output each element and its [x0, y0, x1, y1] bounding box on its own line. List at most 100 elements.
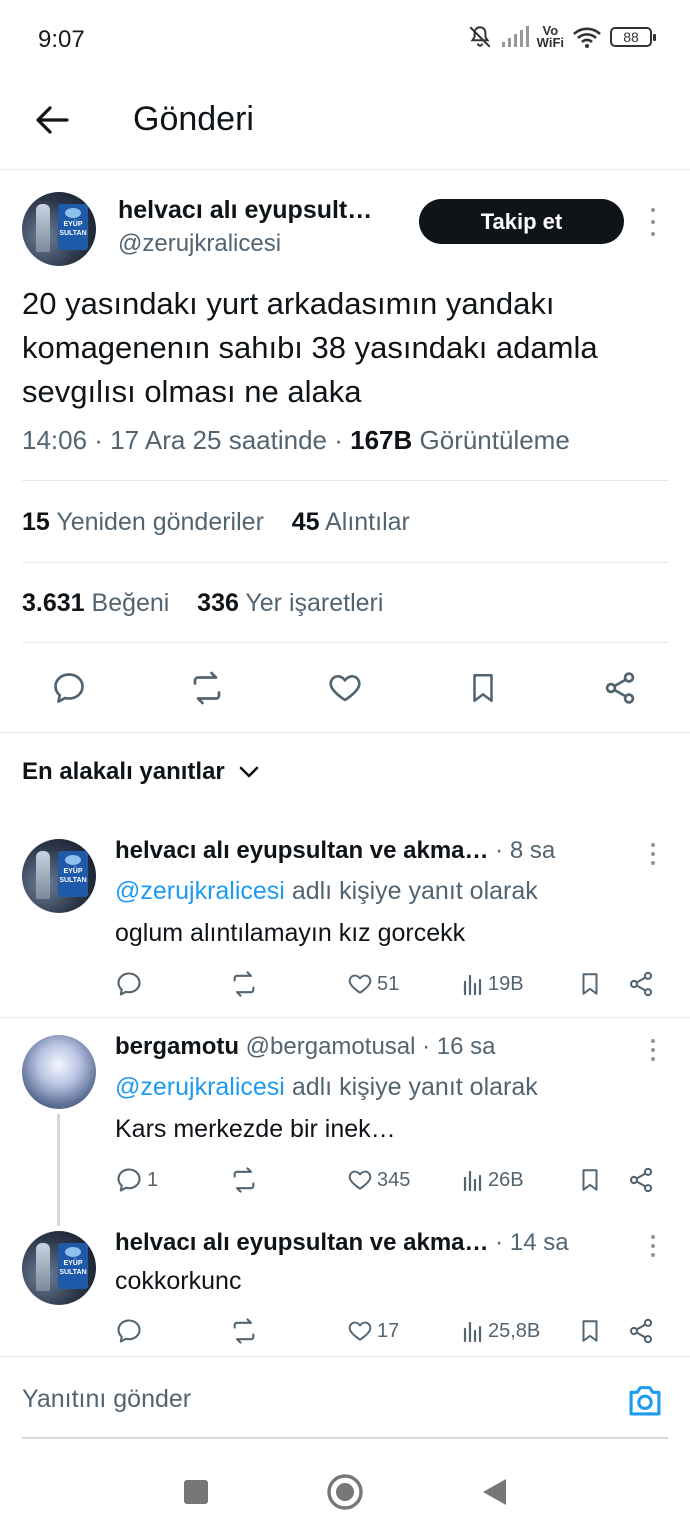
camera-button[interactable] — [626, 1383, 664, 1422]
like-bookmark-stats: 3.631 Beğeni 336 Yer işaretleri — [22, 589, 383, 618]
reply-comment-button[interactable] — [115, 968, 147, 1000]
author-avatar[interactable]: EYÜP SULTAN — [22, 192, 96, 266]
divider — [22, 562, 668, 563]
repost-icon — [193, 671, 221, 705]
reply-header: helvacı alı eyupsultan ve akma… · 14 sa — [115, 1229, 569, 1257]
reply-input[interactable]: Yanıtını gönder — [22, 1385, 191, 1414]
views-count: 167B — [350, 425, 413, 455]
bookmarks-stat[interactable]: 336 Yer işaretleri — [197, 589, 383, 617]
views-count: 26B — [488, 1168, 524, 1191]
reply-author[interactable]: helvacı alı eyupsultan ve akma… — [115, 837, 489, 864]
repost-icon — [233, 971, 255, 997]
status-time: 9:07 — [38, 26, 85, 53]
reply-header: bergamotu @bergamotusal · 16 sa — [115, 1033, 496, 1061]
like-count: 51 — [377, 972, 400, 995]
like-count: 17 — [377, 1319, 400, 1342]
reply-repost-button[interactable] — [229, 1164, 259, 1196]
divider — [0, 1017, 690, 1018]
reply-bookmark-button[interactable] — [577, 968, 603, 1000]
reply-avatar[interactable]: EYÜP SULTAN — [22, 839, 96, 913]
reposts-stat[interactable]: 15 Yeniden gönderiler — [22, 508, 264, 536]
quotes-stat[interactable]: 45 Alıntılar — [292, 508, 410, 536]
bell-muted-icon — [469, 26, 491, 48]
reply-button[interactable] — [47, 664, 91, 712]
reply-views-button[interactable]: 26B — [462, 1164, 524, 1196]
app-header: Gönderi — [0, 80, 690, 170]
system-navbar — [0, 1440, 690, 1534]
thread-connector — [57, 1114, 60, 1226]
reply-bookmark-button[interactable] — [577, 1164, 603, 1196]
chevron-down-icon — [239, 766, 259, 778]
signal-icon — [501, 26, 529, 47]
reply-header: helvacı alı eyupsultan ve akma… · 8 sa — [115, 837, 555, 865]
reply-more-button[interactable] — [648, 1235, 658, 1257]
views-chart-icon — [463, 974, 482, 996]
back-nav-button[interactable] — [474, 1472, 514, 1512]
share-button[interactable] — [598, 664, 642, 712]
author-handle[interactable]: @zerujkralicesi — [118, 230, 281, 258]
home-button[interactable] — [325, 1472, 365, 1512]
back-arrow-icon — [36, 106, 69, 134]
wifi-icon — [573, 27, 601, 48]
reply-like-button[interactable]: 17 — [347, 1315, 399, 1347]
views-label: Görüntüleme — [412, 425, 570, 455]
likes-stat[interactable]: 3.631 Beğeni — [22, 589, 169, 617]
mention-link[interactable]: @zerujkralicesi — [115, 877, 285, 905]
post-meta: 14:06 · 17 Ara 25 saatinde · 167B Görünt… — [22, 425, 570, 456]
reply-meta: · 14 sa — [488, 1229, 569, 1256]
heart-icon — [348, 974, 372, 994]
sort-label: En alakalı yanıtlar — [22, 758, 225, 785]
repost-quote-stats: 15 Yeniden gönderiler 45 Alıntılar — [22, 508, 410, 537]
reply-repost-button[interactable] — [229, 968, 259, 1000]
bookmark-icon — [473, 673, 493, 703]
divider — [22, 642, 668, 643]
reply-avatar[interactable]: EYÜP SULTAN — [22, 1231, 96, 1305]
reply-views-button[interactable]: 25,8B — [462, 1315, 540, 1347]
reply-views-button[interactable]: 19B — [462, 968, 524, 1000]
heart-icon — [348, 1321, 372, 1341]
share-icon — [629, 1167, 653, 1193]
mention-link[interactable]: @zerujkralicesi — [115, 1073, 285, 1101]
reply-like-button[interactable]: 51 — [347, 968, 399, 1000]
replying-to: @zerujkralicesi adlı kişiye yanıt olarak — [115, 877, 538, 905]
reply-comment-button[interactable] — [115, 1315, 147, 1347]
replies-sort-dropdown[interactable]: En alakalı yanıtlar — [22, 758, 259, 786]
reply-repost-button[interactable] — [229, 1315, 259, 1347]
reply-share-button[interactable] — [627, 968, 655, 1000]
comment-count: 1 — [147, 1168, 159, 1191]
reply-bookmark-button[interactable] — [577, 1315, 603, 1347]
bookmark-button[interactable] — [461, 664, 505, 712]
like-button[interactable] — [323, 664, 367, 712]
reply-share-button[interactable] — [627, 1164, 655, 1196]
reply-more-button[interactable] — [648, 1039, 658, 1061]
reply-more-button[interactable] — [648, 843, 658, 865]
reply-actions: 1 345 26B — [115, 1164, 660, 1196]
status-bar: 9:07 Vo WiFi 88 — [0, 0, 690, 80]
bookmark-icon — [582, 973, 598, 995]
reply-composer: Yanıtını gönder — [0, 1356, 690, 1440]
repost-button[interactable] — [185, 664, 229, 712]
views-chart-icon — [463, 1321, 482, 1343]
reply-author[interactable]: helvacı alı eyupsultan ve akma… — [115, 1229, 489, 1256]
reply-like-button[interactable]: 345 — [347, 1164, 410, 1196]
reply-author[interactable]: bergamotu — [115, 1033, 239, 1060]
bookmark-icon — [582, 1169, 598, 1191]
author-name[interactable]: helvacı alı eyupsult… — [118, 196, 398, 225]
repost-icon — [233, 1318, 255, 1344]
follow-button[interactable]: Takip et — [419, 199, 624, 244]
recents-button[interactable] — [176, 1472, 216, 1512]
heart-icon — [348, 1170, 372, 1190]
home-circle-icon — [327, 1474, 363, 1510]
square-icon — [184, 1480, 208, 1504]
divider — [22, 480, 668, 481]
post-more-button[interactable] — [648, 208, 658, 236]
reply-text: Kars merkezde bir inek… — [115, 1115, 396, 1143]
reply-avatar[interactable] — [22, 1035, 96, 1109]
post-timestamp: 14:06 · 17 Ara 25 saatinde · — [22, 425, 351, 455]
reply-comment-button[interactable]: 1 — [115, 1164, 158, 1196]
reply-share-button[interactable] — [627, 1315, 655, 1347]
back-button[interactable] — [30, 98, 74, 142]
comment-icon — [117, 1319, 141, 1343]
replying-to: @zerujkralicesi adlı kişiye yanıt olarak — [115, 1073, 538, 1101]
reply-text: oglum alıntılamayın kız gorcekk — [115, 919, 466, 947]
